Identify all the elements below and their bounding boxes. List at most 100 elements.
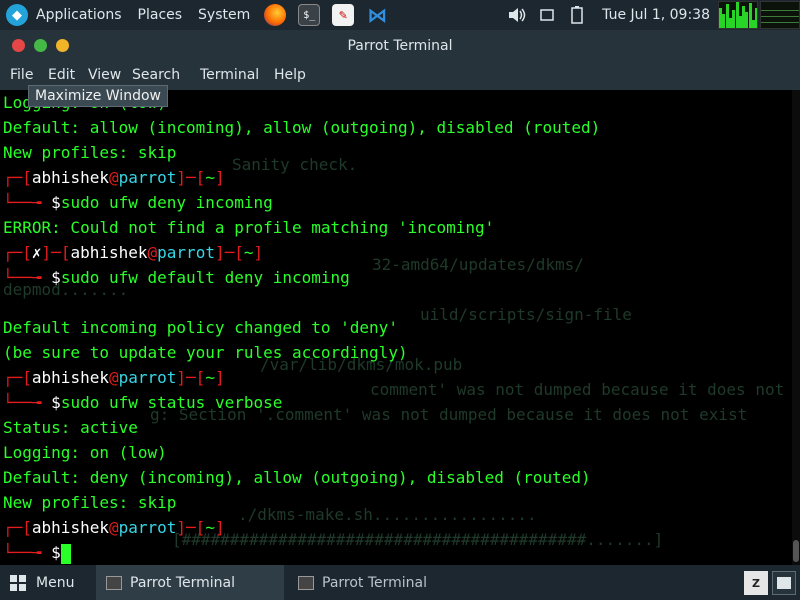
applications-menu-label: Applications xyxy=(36,7,122,23)
ghost-text-line: 32-amd64/updates/dkms/ xyxy=(372,255,584,274)
terminal-line: Logging: on (low) xyxy=(3,440,167,465)
terminal-line: └──╼ $sudo ufw default deny incoming xyxy=(3,265,350,290)
terminal-line: ┌─[abhishek@parrot]─[~] xyxy=(3,365,225,390)
cpu-monitor[interactable] xyxy=(718,1,758,29)
title-bar[interactable]: Parrot Terminal xyxy=(0,30,800,62)
menu-view[interactable]: View xyxy=(88,67,121,83)
memory-monitor[interactable] xyxy=(760,1,800,29)
terminal-text: parrot xyxy=(118,368,177,387)
menu-file[interactable]: File xyxy=(10,67,33,83)
terminal-text: Default: allow (incoming), allow (outgoi… xyxy=(3,118,601,137)
terminal-text: ┌─[ xyxy=(3,368,32,387)
terminal-window: Parrot Terminal File Edit View Search Te… xyxy=(0,30,800,565)
ghost-text-line: ./dkms-make.sh................. xyxy=(238,505,537,524)
ghost-text-line: [#######################################… xyxy=(172,530,664,549)
terminal-line: └──╼ $ xyxy=(3,540,71,565)
workspace-switcher: Z xyxy=(744,569,800,597)
terminal-text: ]─[ xyxy=(176,168,206,187)
terminal-text: abhishek xyxy=(31,368,109,387)
terminal-text: ] xyxy=(214,518,225,537)
terminal-line: Status: active xyxy=(3,415,138,440)
terminal-text: ] xyxy=(253,243,264,262)
firefox-launcher-icon[interactable] xyxy=(264,4,287,26)
ghost-text-line: comment' was not dumped because it does … xyxy=(370,380,800,399)
maximize-tooltip: Maximize Window xyxy=(28,85,168,107)
terminal-text: sudo ufw default deny incoming xyxy=(60,268,350,287)
terminal-text: abhishek xyxy=(31,168,109,187)
grid-menu-icon xyxy=(10,574,26,591)
terminal-line: New profiles: skip xyxy=(3,140,176,165)
terminal-text: ~ xyxy=(205,368,215,387)
taskbar: Menu Parrot Terminal Parrot Terminal Z xyxy=(0,565,800,600)
terminal-text: @ xyxy=(147,243,158,262)
terminal-text: New profiles: skip xyxy=(3,143,177,162)
terminal-line: New profiles: skip xyxy=(3,490,176,515)
notification-icon[interactable] xyxy=(537,6,557,24)
memory-monitor-line xyxy=(761,10,799,11)
places-menu-label: Places xyxy=(137,7,183,23)
menu-terminal[interactable]: Terminal xyxy=(200,67,259,83)
vscode-launcher-icon[interactable]: ⋈ xyxy=(366,3,388,27)
text-editor-launcher-icon[interactable]: ✎ xyxy=(332,4,355,26)
top-panel: ◆ Applications Places System $_ ✎ ⋈ Tue … xyxy=(0,0,800,30)
taskbar-item-label: Parrot Terminal xyxy=(322,574,428,591)
archive-icon[interactable]: Z xyxy=(744,571,768,595)
terminal-output[interactable]: Sanity check. 32-amd64/updates/dkms/depmo… xyxy=(0,90,800,565)
terminal-line: Default: allow (incoming), allow (outgoi… xyxy=(3,115,600,140)
terminal-text: New profiles: skip xyxy=(3,493,177,512)
window-title: Parrot Terminal xyxy=(347,38,453,54)
terminal-text: @ xyxy=(108,518,119,537)
terminal-icon xyxy=(298,575,314,590)
menu-help[interactable]: Help xyxy=(274,67,306,83)
terminal-text: sudo ufw deny incoming xyxy=(60,193,273,212)
taskbar-item-label: Parrot Terminal xyxy=(130,574,236,591)
terminal-line: ┌─[abhishek@parrot]─[~] xyxy=(3,515,225,540)
terminal-text: Status: active xyxy=(3,418,138,437)
battery-icon[interactable] xyxy=(567,6,587,24)
taskbar-item-terminal[interactable]: Parrot Terminal xyxy=(288,565,476,600)
terminal-text: parrot xyxy=(157,243,215,262)
terminal-line: ┌─[abhishek@parrot]─[~] xyxy=(3,165,225,190)
menu-edit[interactable]: Edit xyxy=(48,67,75,83)
terminal-text: ~ xyxy=(205,168,215,187)
terminal-text: └──╼ xyxy=(3,268,52,287)
ghost-text-line: Sanity check. xyxy=(232,155,358,174)
terminal-text: ]─[ xyxy=(176,368,206,387)
terminal-line: ERROR: Could not find a profile matching… xyxy=(3,215,494,240)
clock[interactable]: Tue Jul 1, 09:38 xyxy=(602,7,710,23)
taskbar-item-terminal-active[interactable]: Parrot Terminal xyxy=(96,565,284,600)
memory-monitor-line xyxy=(761,16,799,17)
terminal-text: ]─[ xyxy=(176,518,206,537)
terminal-text: ] xyxy=(214,168,225,187)
menu-search[interactable]: Search xyxy=(132,67,180,83)
terminal-text: └──╼ xyxy=(3,393,52,412)
terminal-line: Default: deny (incoming), allow (outgoin… xyxy=(3,465,591,490)
volume-icon[interactable] xyxy=(507,6,527,24)
applications-menu[interactable]: ◆ Applications xyxy=(0,0,130,30)
terminal-line: Default incoming policy changed to 'deny… xyxy=(3,315,398,340)
cpu-monitor-bar xyxy=(755,8,757,28)
terminal-text: ]─[ xyxy=(214,243,244,262)
menu-button[interactable]: Menu xyxy=(0,565,92,600)
places-menu[interactable]: Places xyxy=(130,0,191,30)
terminal-text: @ xyxy=(108,368,119,387)
terminal-line: └──╼ $sudo ufw deny incoming xyxy=(3,190,273,215)
terminal-text: @ xyxy=(108,168,119,187)
terminal-line: ┌─[✗]─[abhishek@parrot]─[~] xyxy=(3,240,263,265)
terminal-icon xyxy=(106,575,122,590)
terminal-text: parrot xyxy=(118,168,177,187)
terminal-text: $ xyxy=(51,268,61,287)
workspace-1[interactable] xyxy=(772,571,796,595)
system-menu[interactable]: System xyxy=(190,0,258,30)
terminal-scrollbar[interactable] xyxy=(792,90,800,565)
terminal-text: Default incoming policy changed to 'deny… xyxy=(3,318,398,337)
terminal-text: ┌─[ xyxy=(3,243,32,262)
terminal-text: ERROR: Could not find a profile matching… xyxy=(3,218,495,237)
terminal-text: $ xyxy=(51,393,61,412)
terminal-text: $ xyxy=(51,193,61,212)
terminal-text: Logging: on (low) xyxy=(3,443,167,462)
terminal-launcher-icon[interactable]: $_ xyxy=(298,4,321,26)
menu-button-label: Menu xyxy=(36,574,75,591)
terminal-text: abhishek xyxy=(31,518,109,537)
scrollbar-thumb[interactable] xyxy=(793,540,799,562)
